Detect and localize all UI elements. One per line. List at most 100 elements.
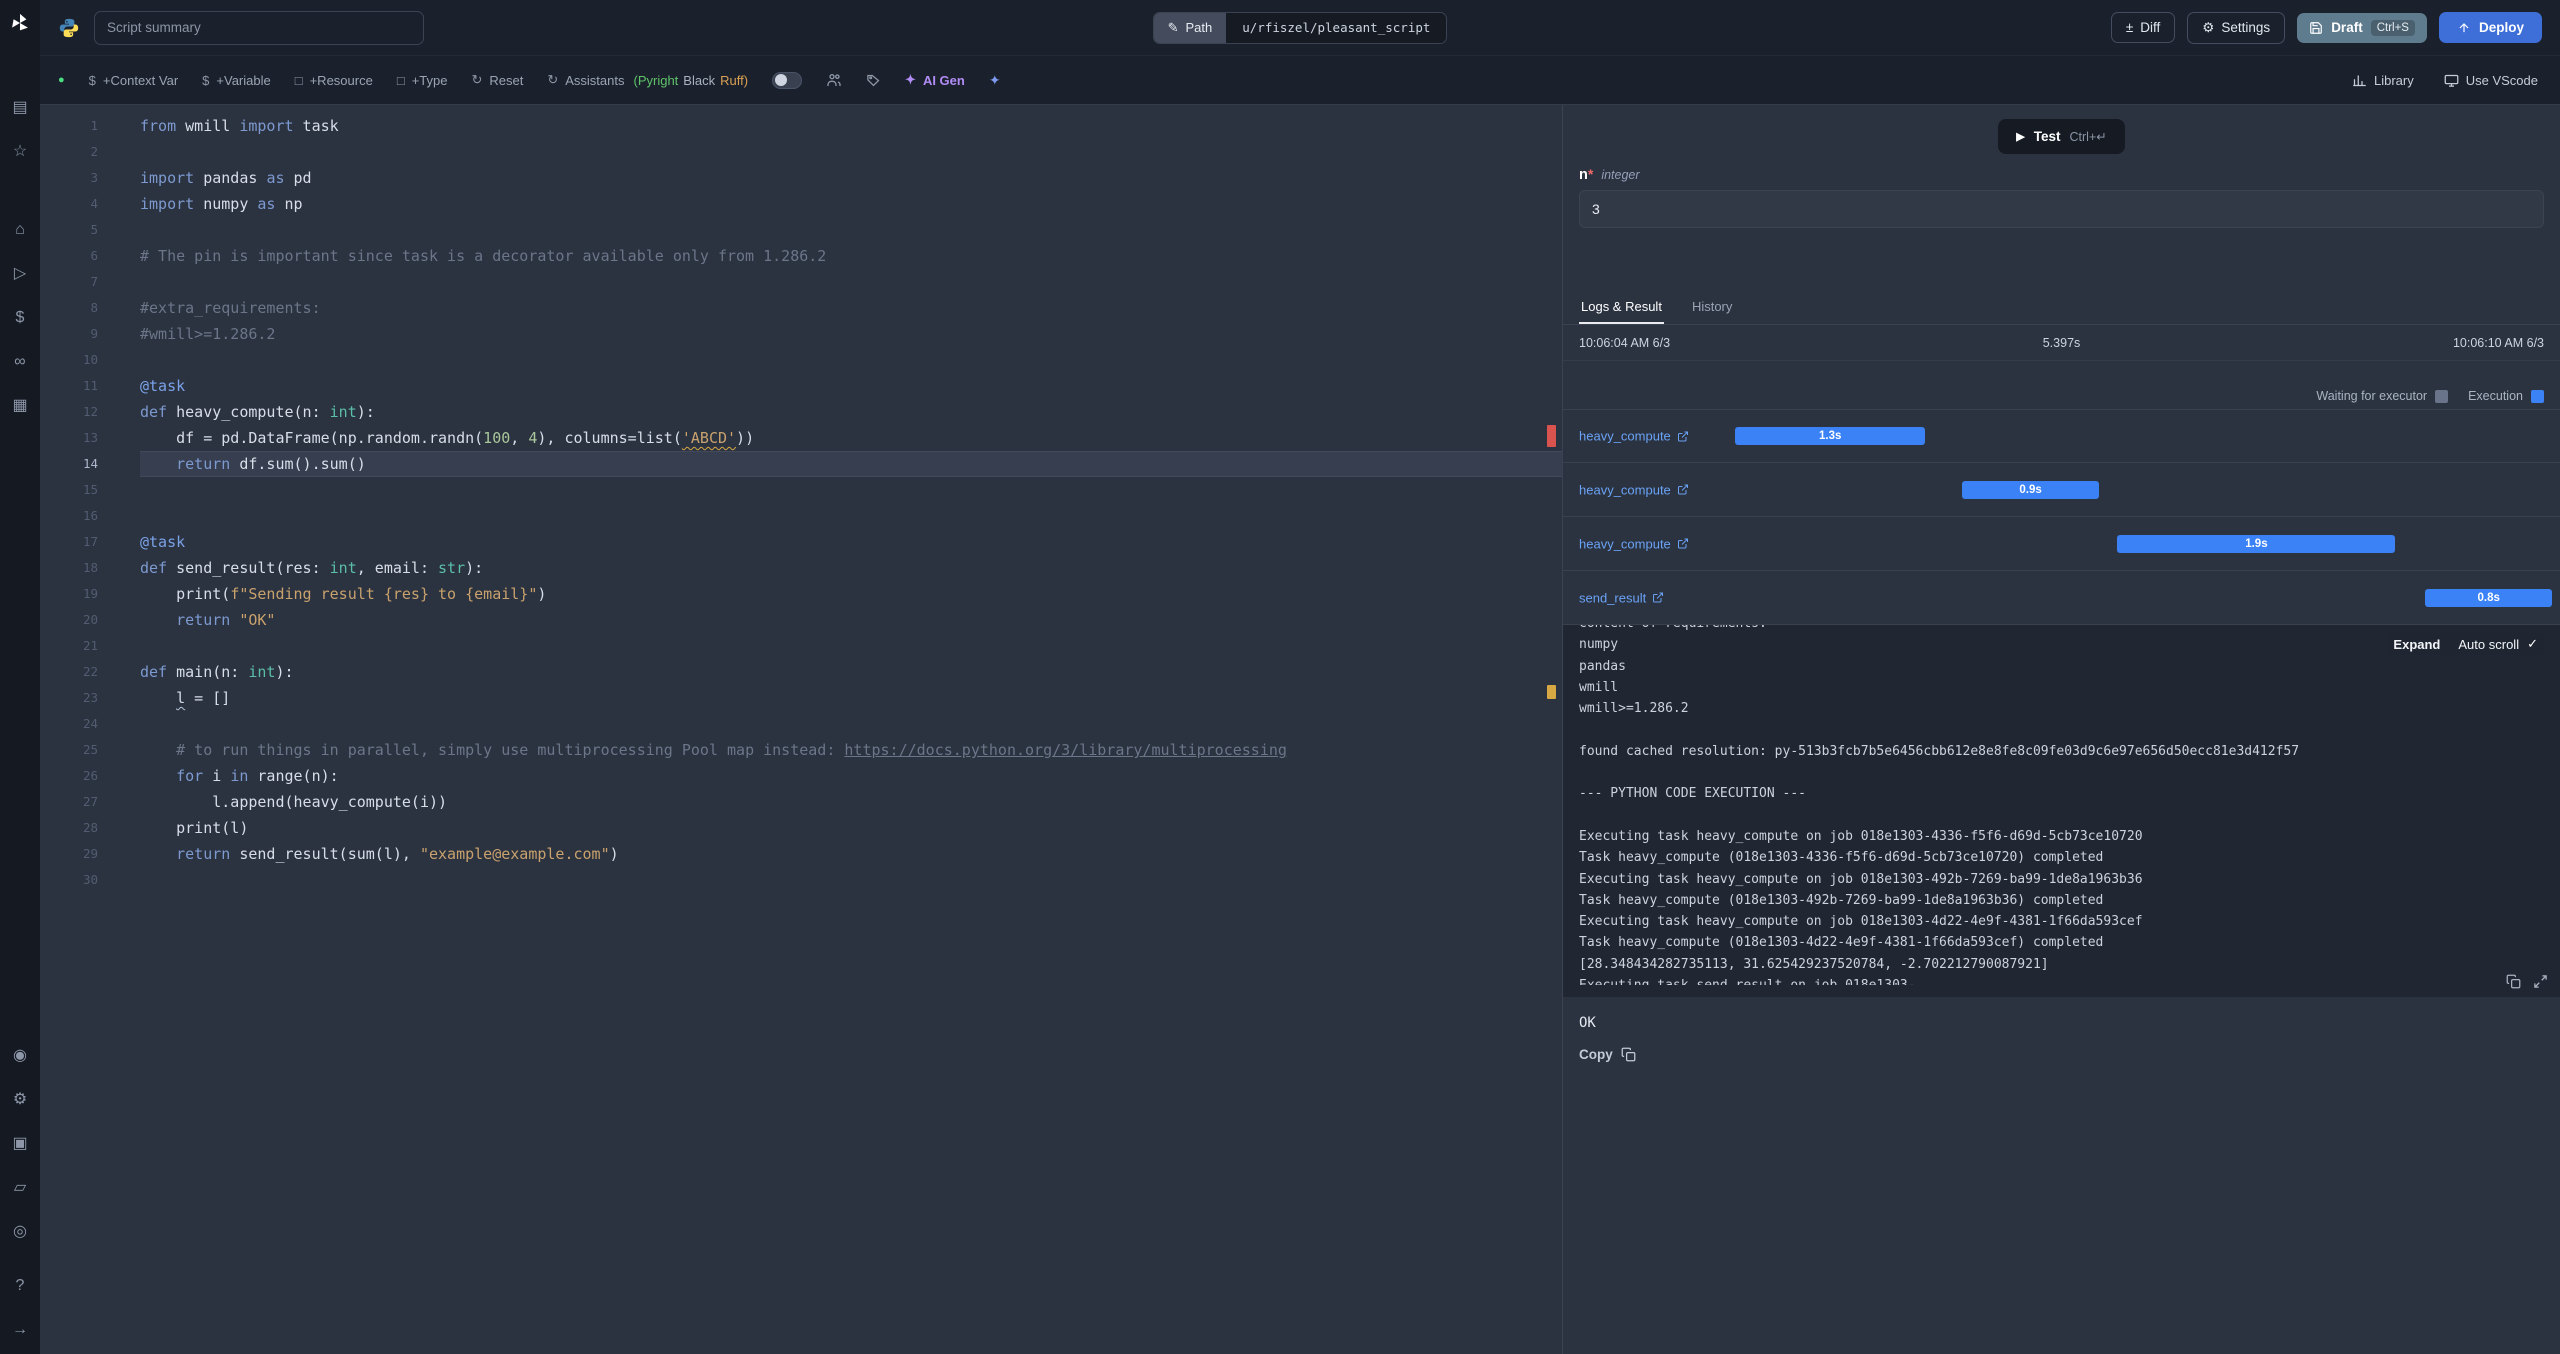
legend-waiting: Waiting for executor: [2316, 389, 2449, 403]
copy-logs-icon[interactable]: [2506, 974, 2521, 989]
code-line[interactable]: #extra_requirements:: [140, 295, 1562, 321]
diff-button[interactable]: ± Diff: [2110, 12, 2176, 43]
tag-icon[interactable]: [866, 73, 881, 88]
code-line[interactable]: return send_result(sum(l), "example@exam…: [140, 841, 1562, 867]
code-line[interactable]: [140, 347, 1562, 373]
code-line[interactable]: def heavy_compute(n: int):: [140, 399, 1562, 425]
script-path[interactable]: u/rfiszel/pleasant_script: [1226, 12, 1447, 43]
expand-button[interactable]: Expand: [2393, 637, 2440, 652]
path-button[interactable]: ✎ Path: [1153, 12, 1227, 43]
deploy-button[interactable]: Deploy: [2438, 12, 2542, 43]
code-line[interactable]: import pandas as pd: [140, 165, 1562, 191]
tab-logs-result[interactable]: Logs & Result: [1579, 290, 1664, 324]
code-line[interactable]: [140, 503, 1562, 529]
runs-icon[interactable]: ▷: [10, 264, 30, 284]
copy-result-button[interactable]: Copy: [1563, 1039, 1652, 1070]
library-button[interactable]: Library: [2352, 73, 2414, 88]
use-vscode-button[interactable]: Use VScode: [2444, 73, 2538, 88]
assistant-toggle[interactable]: [772, 71, 803, 89]
code-line[interactable]: print(l): [140, 815, 1562, 841]
user-icon[interactable]: ◉: [10, 1046, 30, 1066]
folders-icon[interactable]: ▱: [10, 1178, 30, 1198]
task-job-link[interactable]: heavy_compute: [1579, 536, 1689, 551]
task-job-link[interactable]: send_result: [1579, 590, 1664, 605]
magic-wand-icon[interactable]: ✦: [989, 72, 1001, 89]
add-type-button[interactable]: □ +Type: [397, 73, 448, 88]
code-line[interactable]: #wmill>=1.286.2: [140, 321, 1562, 347]
duration-bar: 0.9s: [1961, 480, 2100, 499]
code-line[interactable]: def main(n: int):: [140, 659, 1562, 685]
code-line[interactable]: @task: [140, 373, 1562, 399]
gantt-row: heavy_compute 0.9s: [1563, 463, 2560, 517]
add-resource-button[interactable]: □ +Resource: [295, 73, 373, 88]
line-number: 17: [82, 534, 98, 549]
code-line[interactable]: return df.sum().sum(): [140, 451, 1562, 477]
total-duration: 5.397s: [2042, 335, 2081, 350]
code-line[interactable]: # to run things in parallel, simply use …: [140, 737, 1562, 763]
arguments-form: n * integer: [1563, 162, 2560, 228]
settings-button[interactable]: ⚙ Settings: [2187, 11, 2286, 44]
line-number: 15: [82, 482, 98, 497]
settings-icon[interactable]: ⚙: [10, 1090, 30, 1110]
code-line[interactable]: [140, 139, 1562, 165]
dashboard-icon[interactable]: ▤: [10, 98, 30, 118]
schedules-icon[interactable]: ▦: [10, 396, 30, 416]
assistants-button[interactable]: ↻ Assistants (Pyright Black Ruff): [547, 72, 748, 88]
code-line[interactable]: print(f"Sending result {res} to {email}"…: [140, 581, 1562, 607]
copy-icon: [1621, 1047, 1636, 1062]
ai-gen-button[interactable]: ✦ AI Gen: [905, 72, 965, 88]
code-line[interactable]: l.append(heavy_compute(i)): [140, 789, 1562, 815]
code-line[interactable]: @task: [140, 529, 1562, 555]
windmill-logo[interactable]: [9, 12, 31, 34]
code-line[interactable]: [140, 217, 1562, 243]
gantt-rows: heavy_compute 1.3s heavy_compute 0.9s heavy_…: [1563, 409, 2560, 625]
task-job-link[interactable]: heavy_compute: [1579, 429, 1689, 444]
collaborators-icon[interactable]: [826, 72, 842, 88]
sidebar-group-top: ▤ ☆: [10, 98, 30, 162]
code-line[interactable]: for i in range(n):: [140, 763, 1562, 789]
code-line[interactable]: [140, 269, 1562, 295]
reset-button[interactable]: ↻ Reset: [471, 72, 523, 88]
code-line[interactable]: [140, 477, 1562, 503]
code-editor[interactable]: 1 2 3 4 5 6 7 8 9 10 11 12 13 14 15 16 17 18 19 20 21 22 23 24 2…: [40, 105, 1563, 1354]
audit-logs-icon[interactable]: ◎: [10, 1222, 30, 1242]
script-summary-input[interactable]: [94, 10, 424, 45]
code-line[interactable]: l = []: [140, 685, 1562, 711]
arg-n-input[interactable]: [1579, 190, 2544, 228]
line-number: 25: [82, 742, 98, 757]
code-line[interactable]: return "OK": [140, 607, 1562, 633]
editor-gutter: 1 2 3 4 5 6 7 8 9 10 11 12 13 14 15 16 17 18 19 20 21 22 23 24 2…: [40, 113, 98, 1354]
draft-button[interactable]: Draft Ctrl+S: [2297, 12, 2427, 43]
task-job-link[interactable]: heavy_compute: [1579, 482, 1689, 497]
path-button-label: Path: [1185, 20, 1213, 35]
end-time: 10:06:10 AM 6/3: [2452, 335, 2544, 350]
resources-icon[interactable]: ∞: [10, 352, 30, 372]
autoscroll-label[interactable]: Auto scroll: [2458, 637, 2519, 652]
workers-icon[interactable]: ▣: [10, 1134, 30, 1154]
tab-history[interactable]: History: [1690, 290, 1734, 324]
header-right: ± Diff ⚙ Settings Draft Ctrl+S Deploy: [1447, 11, 2542, 44]
code-line[interactable]: df = pd.DataFrame(np.random.randn(100, 4…: [140, 425, 1562, 451]
check-icon: ✓: [2527, 636, 2538, 651]
fullscreen-logs-icon[interactable]: [2533, 974, 2548, 989]
arg-label: n * integer: [1579, 166, 2544, 183]
favorites-icon[interactable]: ☆: [10, 142, 30, 162]
variables-icon[interactable]: $: [10, 308, 30, 328]
home-icon[interactable]: ⌂: [10, 220, 30, 240]
test-button[interactable]: ▶ Test Ctrl+↵: [1998, 119, 2125, 154]
code-line[interactable]: [140, 633, 1562, 659]
line-number: 7: [90, 274, 98, 289]
code-line[interactable]: [140, 711, 1562, 737]
code-line[interactable]: def send_result(res: int, email: str):: [140, 555, 1562, 581]
help-icon[interactable]: ?: [10, 1276, 30, 1296]
add-context-var-button[interactable]: $ +Context Var: [89, 73, 179, 88]
code-line[interactable]: import numpy as np: [140, 191, 1562, 217]
run-times: 10:06:04 AM 6/3 5.397s 10:06:10 AM 6/3: [1563, 325, 2560, 361]
add-variable-button[interactable]: $ +Variable: [202, 73, 271, 88]
code-line[interactable]: [140, 867, 1562, 893]
code-line[interactable]: from wmill import task: [140, 113, 1562, 139]
warning-marker: [1547, 685, 1556, 699]
editor-code[interactable]: from wmill import task import pandas as p…: [98, 113, 1562, 1354]
code-line[interactable]: # The pin is important since task is a d…: [140, 243, 1562, 269]
collapse-icon[interactable]: →: [10, 1320, 30, 1340]
